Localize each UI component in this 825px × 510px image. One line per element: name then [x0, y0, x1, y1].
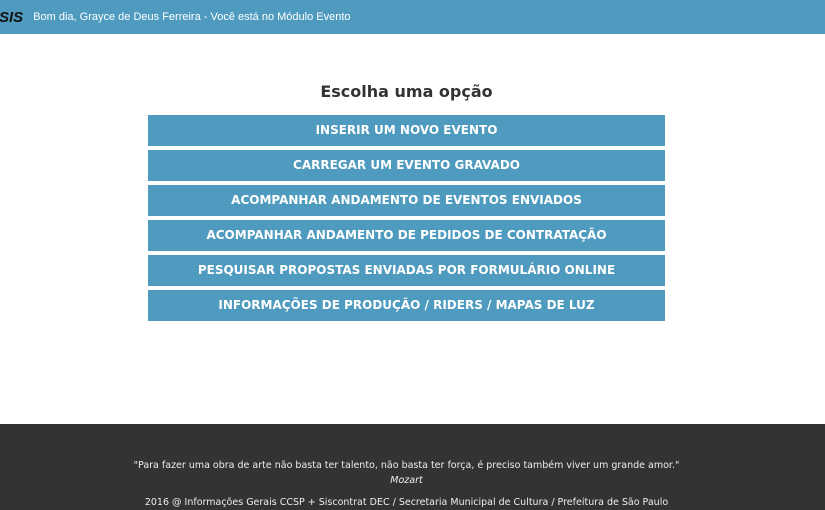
user-greeting: Bom dia, Grayce de Deus Ferreira - Você … — [33, 11, 351, 23]
search-online-proposals-button[interactable]: PESQUISAR PROPOSTAS ENVIADAS POR FORMULÁ… — [148, 255, 665, 286]
app-logo[interactable]: SIS — [0, 9, 23, 26]
footer-quote: "Para fazer uma obra de arte não basta t… — [133, 460, 680, 471]
insert-new-event-button[interactable]: INSERIR UM NOVO EVENTO — [148, 115, 665, 146]
top-navbar: SIS Bom dia, Grayce de Deus Ferreira - V… — [0, 0, 825, 34]
page-title: Escolha uma opção — [320, 82, 493, 101]
track-hiring-requests-button[interactable]: ACOMPANHAR ANDAMENTO DE PEDIDOS DE CONTR… — [148, 220, 665, 251]
footer-quote-author: Mozart — [390, 475, 423, 486]
track-sent-events-button[interactable]: ACOMPANHAR ANDAMENTO DE EVENTOS ENVIADOS — [148, 185, 665, 216]
footer-credits: 2016 @ Informações Gerais CCSP + Siscont… — [144, 497, 669, 508]
load-saved-event-button[interactable]: CARREGAR UM EVENTO GRAVADO — [148, 150, 665, 181]
options-menu: INSERIR UM NOVO EVENTO CARREGAR UM EVENT… — [148, 115, 665, 325]
production-info-button[interactable]: INFORMAÇÕES DE PRODUÇÃO / RIDERS / MAPAS… — [148, 290, 665, 321]
page-footer: "Para fazer uma obra de arte não basta t… — [0, 424, 825, 510]
